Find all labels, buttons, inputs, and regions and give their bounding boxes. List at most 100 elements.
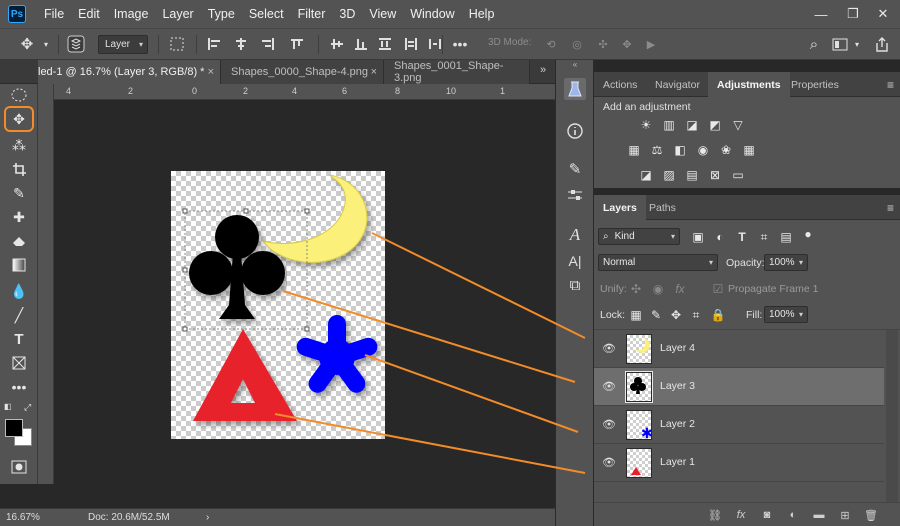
tabs-overflow-icon[interactable]: » (540, 64, 546, 76)
menu-image[interactable]: Image (114, 7, 149, 21)
lock-position-icon[interactable]: ✥ (668, 308, 684, 322)
gradient-map-icon[interactable]: ▭ (730, 168, 746, 182)
exposure-icon[interactable]: ◩ (707, 118, 723, 132)
threshold-icon[interactable]: ▤ (684, 168, 700, 182)
color-balance-icon[interactable]: ⚖ (649, 143, 665, 157)
marquee-tool-icon[interactable] (6, 84, 32, 106)
invert-icon[interactable]: ◪ (638, 168, 654, 182)
tab-document-active[interactable]: led-1 @ 16.7% (Layer 3, RGB/8) * × (38, 60, 221, 84)
info-icon[interactable] (564, 120, 586, 142)
selective-color-icon[interactable]: ⊠ (707, 168, 723, 182)
lock-all-icon[interactable]: 🔒 (710, 308, 726, 322)
panel-menu-icon[interactable]: ≡ (887, 201, 894, 215)
color-lookup-icon[interactable]: ▦ (741, 143, 757, 157)
visibility-eye-icon[interactable]: 👁 (602, 380, 616, 394)
layers-scrollbar[interactable] (886, 330, 898, 502)
menu-filter[interactable]: Filter (298, 7, 326, 21)
tab-shape-3[interactable]: Shapes_0001_Shape-3.png (384, 60, 530, 84)
lock-artboard-icon[interactable]: ⌗ (688, 308, 704, 322)
more-options-icon[interactable]: ••• (450, 29, 470, 59)
align-top-icon[interactable] (288, 29, 306, 59)
workspace-chevron-icon[interactable]: ▾ (852, 29, 862, 59)
type-tool-icon[interactable]: T (6, 328, 32, 350)
transform-controls-icon[interactable] (166, 29, 188, 59)
workspace-icon[interactable] (830, 29, 850, 59)
visibility-eye-icon[interactable]: 👁 (602, 418, 616, 432)
align-middle-v-icon[interactable] (328, 29, 346, 59)
blur-tool-icon[interactable]: 💧 (6, 280, 32, 302)
filter-smart-object-icon[interactable]: ▤ (778, 230, 794, 244)
new-layer-icon[interactable]: ⊞ (836, 507, 854, 523)
black-white-icon[interactable]: ◧ (672, 143, 688, 157)
fill-field[interactable]: 100% ▾ (764, 306, 808, 323)
3d-orbit-icon[interactable]: ⟲ (542, 29, 560, 59)
unify-position-icon[interactable]: ✣ (628, 282, 644, 296)
align-right-icon[interactable] (258, 29, 276, 59)
filter-type-icon[interactable]: T (734, 230, 750, 244)
tab-properties[interactable]: Properties (782, 72, 848, 97)
blend-mode-dropdown[interactable]: Normal ▾ (598, 254, 718, 271)
distribute-top-icon[interactable] (376, 29, 394, 59)
menu-type[interactable]: Type (208, 7, 235, 21)
layer-name[interactable]: Layer 1 (660, 456, 695, 468)
layer-row-layer-1[interactable]: 👁 Layer 1 (594, 444, 884, 482)
propagate-checkbox[interactable]: ☑ (710, 282, 726, 296)
layer-name[interactable]: Layer 2 (660, 418, 695, 430)
filter-toggle-icon[interactable]: ● (800, 227, 816, 241)
menu-window[interactable]: Window (410, 7, 454, 21)
menu-view[interactable]: View (369, 7, 396, 21)
move-tool-icon[interactable]: ✥ (6, 108, 32, 130)
move-tool-icon[interactable]: ✥ (14, 29, 40, 59)
default-colors-icon[interactable]: ◧ (4, 402, 12, 411)
3d-pan-icon[interactable]: ✣ (594, 29, 612, 59)
delete-layer-icon[interactable]: 🗑 (862, 507, 880, 523)
distribute-bottom-icon[interactable] (402, 29, 420, 59)
tab-layers[interactable]: Layers (594, 195, 646, 220)
adjust-sliders-icon[interactable] (564, 184, 586, 206)
brightness-contrast-icon[interactable]: ☀ (638, 118, 654, 132)
unify-style-icon[interactable]: fx (672, 282, 688, 296)
filter-adjustment-icon[interactable]: ◐ (712, 230, 728, 244)
character-panel-icon[interactable]: A (564, 224, 586, 246)
posterize-icon[interactable]: ▨ (661, 168, 677, 182)
auto-select-target-dropdown[interactable]: Layer ▾ (98, 35, 148, 54)
hue-saturation-icon[interactable]: ▦ (626, 143, 642, 157)
tab-shape-4[interactable]: Shapes_0000_Shape-4.png × (221, 60, 384, 84)
layer-style-icon[interactable]: fx (732, 507, 750, 523)
layer-name[interactable]: Layer 4 (660, 342, 695, 354)
glyphs-panel-icon[interactable]: ⧉ (564, 274, 586, 296)
menu-edit[interactable]: Edit (78, 7, 100, 21)
menu-help[interactable]: Help (469, 7, 495, 21)
vibrance-icon[interactable]: ▽ (730, 118, 746, 132)
filter-shape-icon[interactable]: ⌗ (756, 230, 772, 244)
link-layers-icon[interactable]: ⛓ (706, 507, 724, 523)
layer-row-layer-2[interactable]: 👁 ✱ Layer 2 (594, 406, 884, 444)
healing-brush-tool-icon[interactable]: ✚ (6, 206, 32, 228)
crop-tool-icon[interactable] (6, 158, 32, 180)
layer-filter-dropdown[interactable]: ⌕ Kind ▾ (598, 228, 680, 245)
3d-camera-icon[interactable]: ▶ (642, 29, 660, 59)
visibility-eye-icon[interactable]: 👁 (602, 456, 616, 470)
new-adjustment-layer-icon[interactable]: ◐ (784, 507, 802, 523)
magic-wand-tool-icon[interactable]: ⁂ (6, 134, 32, 156)
menu-select[interactable]: Select (249, 7, 284, 21)
opacity-field[interactable]: 100% ▾ (764, 254, 808, 271)
unify-visibility-icon[interactable]: ◉ (650, 282, 666, 296)
share-icon[interactable] (872, 29, 892, 59)
lock-transparent-icon[interactable]: ▦ (628, 308, 644, 322)
swap-colors-icon[interactable]: ⤢ (24, 402, 31, 413)
curves-icon[interactable]: ◪ (684, 118, 700, 132)
auto-select-icon[interactable] (64, 29, 88, 59)
history-panel-icon[interactable] (564, 78, 586, 100)
tab-actions[interactable]: Actions (594, 72, 646, 97)
menu-layer[interactable]: Layer (162, 7, 193, 21)
3d-slide-icon[interactable]: ✥ (618, 29, 636, 59)
search-icon[interactable]: ⌕ (804, 29, 824, 59)
align-bottom-icon[interactable] (352, 29, 370, 59)
document-canvas[interactable] (171, 171, 385, 439)
tool-preset-chevron-icon[interactable]: ▾ (40, 29, 52, 59)
filter-pixel-icon[interactable]: ▣ (690, 230, 706, 244)
menu-3d[interactable]: 3D (339, 7, 355, 21)
3d-roll-icon[interactable]: ◎ (568, 29, 586, 59)
frame-tool-icon[interactable] (6, 352, 32, 374)
